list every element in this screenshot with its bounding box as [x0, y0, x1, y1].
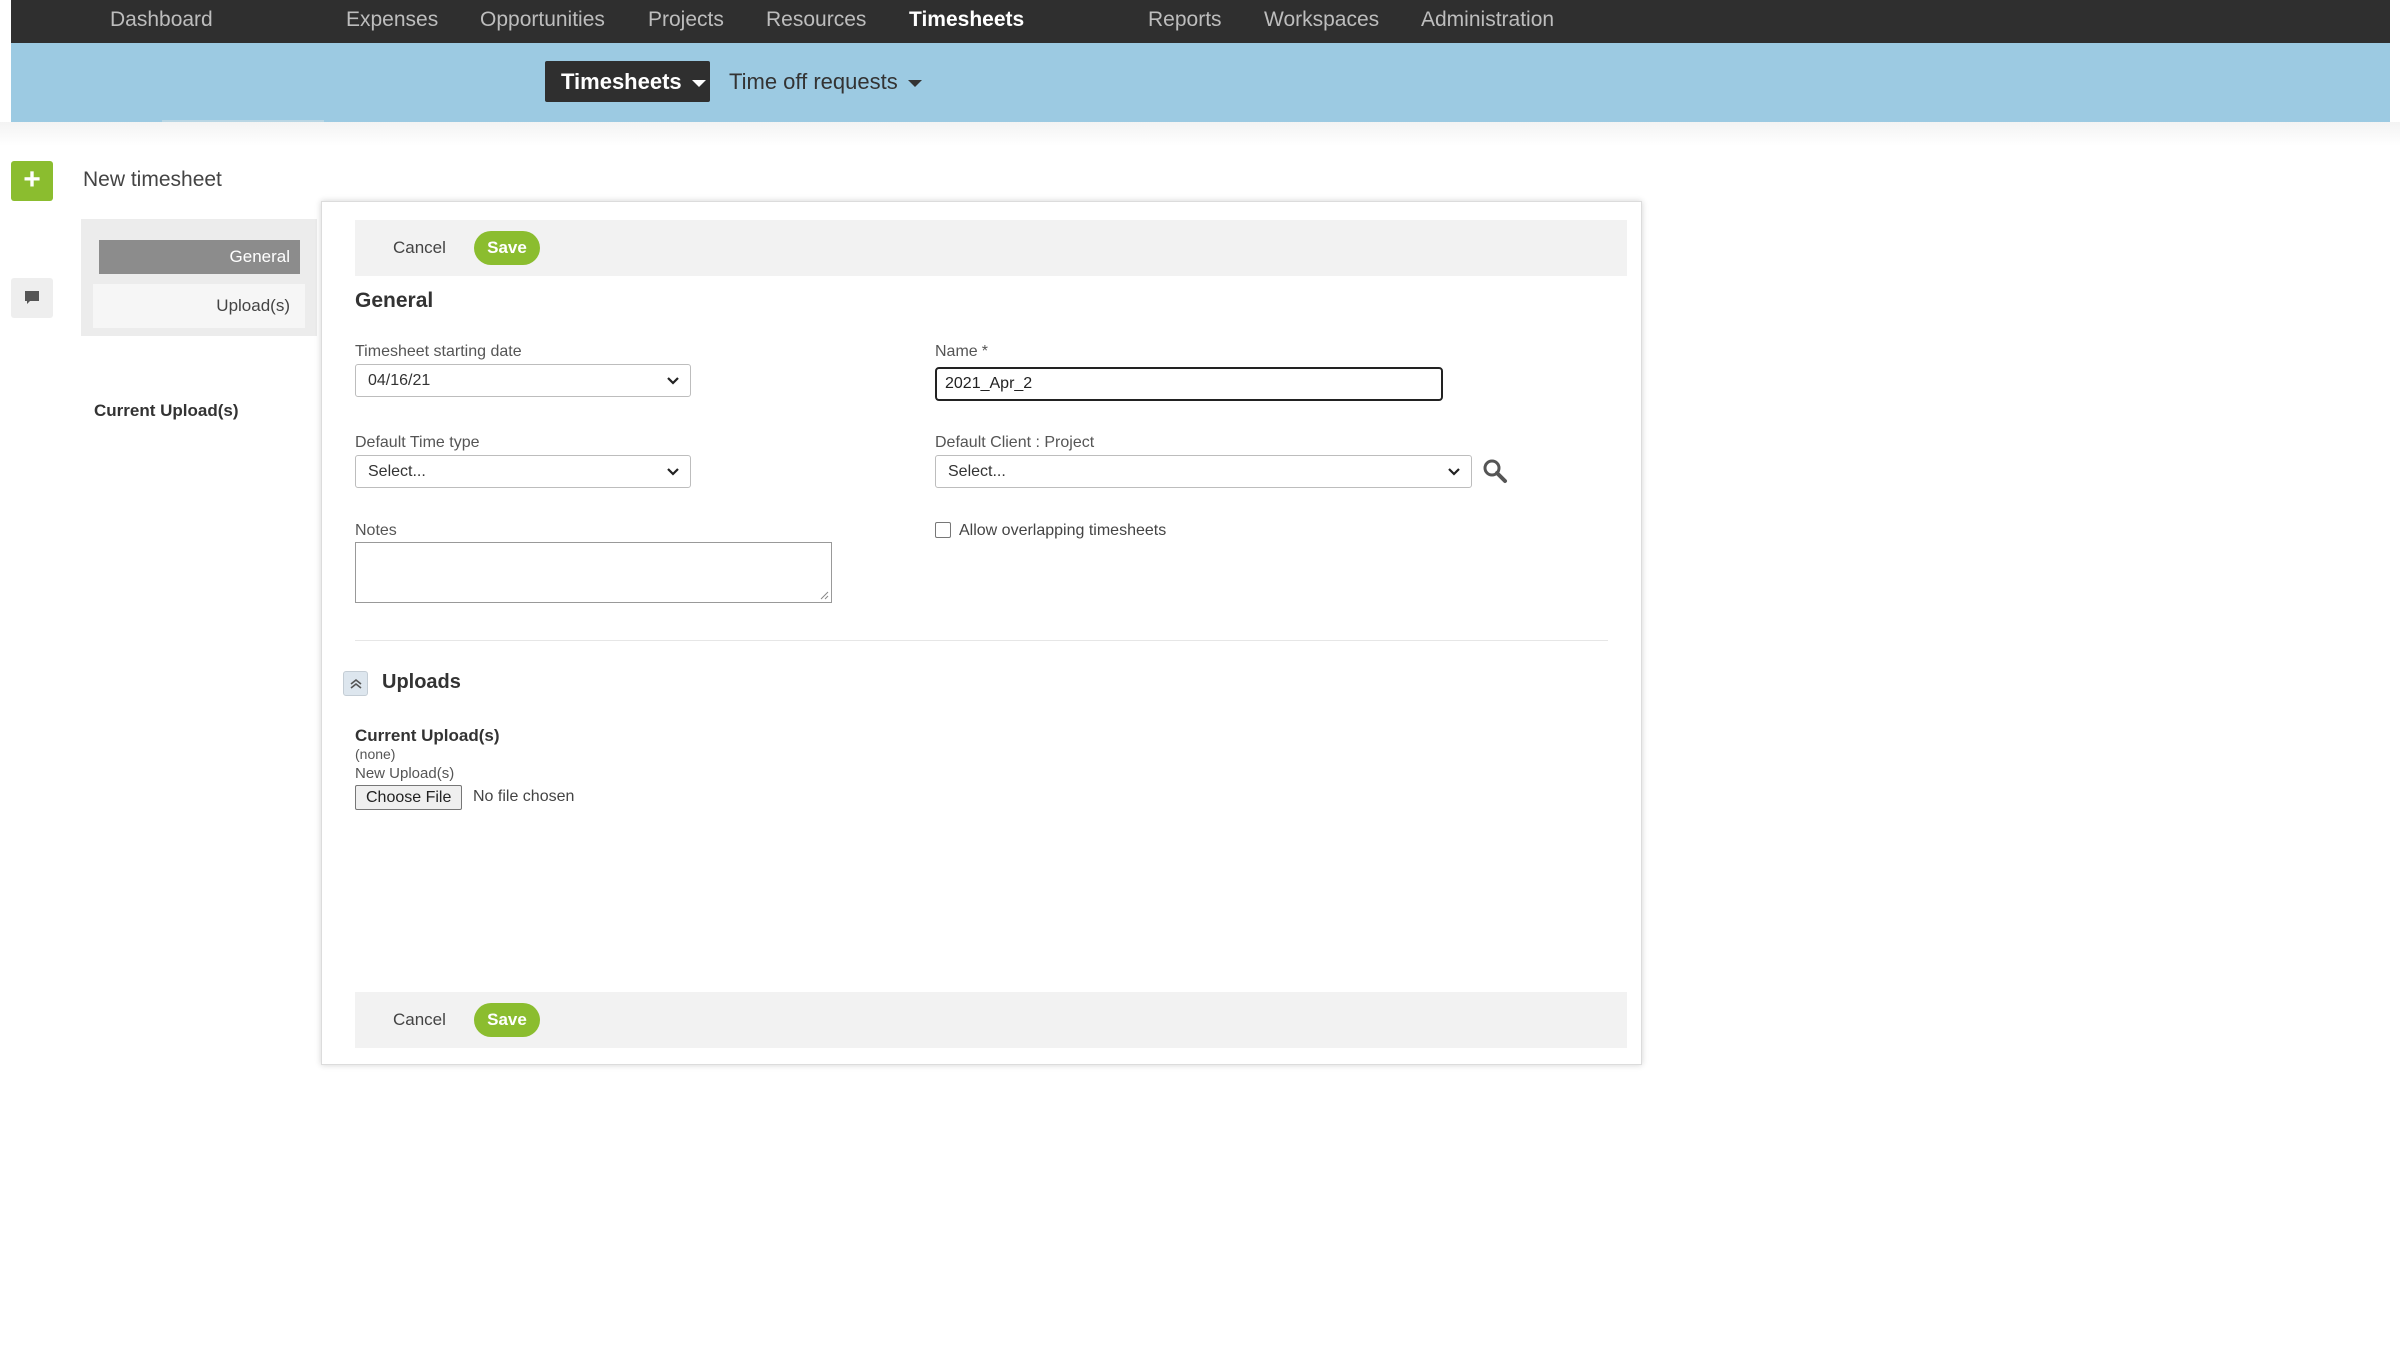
time-type-value: Select...: [368, 463, 426, 480]
save-button[interactable]: Save: [474, 231, 540, 265]
comment-button[interactable]: [11, 278, 53, 318]
plus-icon: +: [23, 163, 41, 196]
nav-projects[interactable]: Projects: [648, 0, 724, 43]
sidebar-tab-general[interactable]: General: [99, 240, 300, 274]
notes-label: Notes: [355, 522, 397, 539]
name-input[interactable]: 2021_Apr_2: [935, 367, 1443, 401]
nav-resources[interactable]: Resources: [766, 0, 866, 43]
chevron-down-icon: [1448, 468, 1460, 476]
add-timesheet-button[interactable]: +: [11, 161, 53, 201]
start-date-label: Timesheet starting date: [355, 343, 522, 360]
search-icon[interactable]: [1482, 458, 1508, 484]
time-type-select[interactable]: Select...: [355, 455, 691, 488]
top-navigation: Dashboard Expenses Opportunities Project…: [11, 0, 2390, 43]
timesheet-form-panel: Cancel Save General Timesheet starting d…: [321, 201, 1642, 1065]
chevron-down-icon: [667, 468, 679, 476]
sub-navigation: [11, 43, 2390, 122]
header-shadow: [0, 122, 2400, 146]
subnav-tab-timesheets-label: Timesheets: [561, 69, 682, 94]
required-mark: *: [981, 343, 988, 360]
new-uploads-label: New Upload(s): [355, 765, 455, 782]
client-project-select[interactable]: Select...: [935, 455, 1472, 488]
chevron-double-up-icon: [350, 678, 362, 689]
start-date-select[interactable]: 04/16/21: [355, 364, 691, 397]
caret-down-icon: [691, 79, 706, 87]
client-project-label: Default Client : Project: [935, 434, 1095, 451]
notes-textarea[interactable]: [355, 542, 832, 603]
nav-workspaces[interactable]: Workspaces: [1264, 0, 1379, 43]
collapse-uploads-button[interactable]: [343, 671, 368, 696]
page-title: New timesheet: [83, 168, 222, 191]
caret-down-icon: [907, 79, 922, 87]
allow-overlap-checkbox[interactable]: [935, 522, 951, 538]
name-label-text: Name: [935, 343, 978, 360]
choose-file-button[interactable]: Choose File: [355, 785, 463, 810]
top-action-bar: Cancel Save: [355, 220, 1627, 276]
name-label: Name *: [935, 343, 988, 361]
cancel-button[interactable]: Cancel: [393, 238, 446, 258]
nav-expenses[interactable]: Expenses: [346, 0, 438, 43]
sidebar-tab-uploads[interactable]: Upload(s): [93, 284, 305, 328]
nav-reports[interactable]: Reports: [1148, 0, 1222, 43]
start-date-value: 04/16/21: [368, 372, 431, 389]
chevron-down-icon: [667, 377, 679, 385]
nav-timesheets[interactable]: Timesheets: [909, 0, 1024, 43]
nav-opportunities[interactable]: Opportunities: [480, 0, 605, 43]
subnav-tab-timesheets[interactable]: Timesheets: [545, 61, 710, 102]
general-section-title: General: [355, 289, 434, 312]
nav-administration[interactable]: Administration: [1421, 0, 1554, 43]
app-root: Dashboard Expenses Opportunities Project…: [0, 0, 2400, 1350]
comment-icon: [25, 291, 39, 304]
uploads-section-title: Uploads: [382, 671, 461, 693]
file-status-text: No file chosen: [473, 788, 575, 805]
subnav-tab-time-off-requests[interactable]: Time off requests: [729, 61, 922, 102]
time-type-label: Default Time type: [355, 434, 480, 451]
cancel-button-bottom[interactable]: Cancel: [393, 1010, 446, 1030]
current-uploads-label: Current Upload(s): [355, 726, 500, 745]
current-uploads-value: (none): [355, 746, 396, 762]
subnav-tab-time-off-label: Time off requests: [729, 69, 898, 94]
nav-dashboard[interactable]: Dashboard: [110, 0, 213, 43]
section-divider: [355, 640, 1608, 641]
allow-overlap-label: Allow overlapping timesheets: [959, 522, 1167, 539]
bottom-action-bar: Cancel Save: [355, 992, 1627, 1048]
sidebar-current-uploads-label: Current Upload(s): [94, 401, 239, 420]
resize-grip-icon[interactable]: [819, 590, 829, 600]
save-button-bottom[interactable]: Save: [474, 1003, 540, 1037]
client-project-value: Select...: [948, 463, 1006, 480]
